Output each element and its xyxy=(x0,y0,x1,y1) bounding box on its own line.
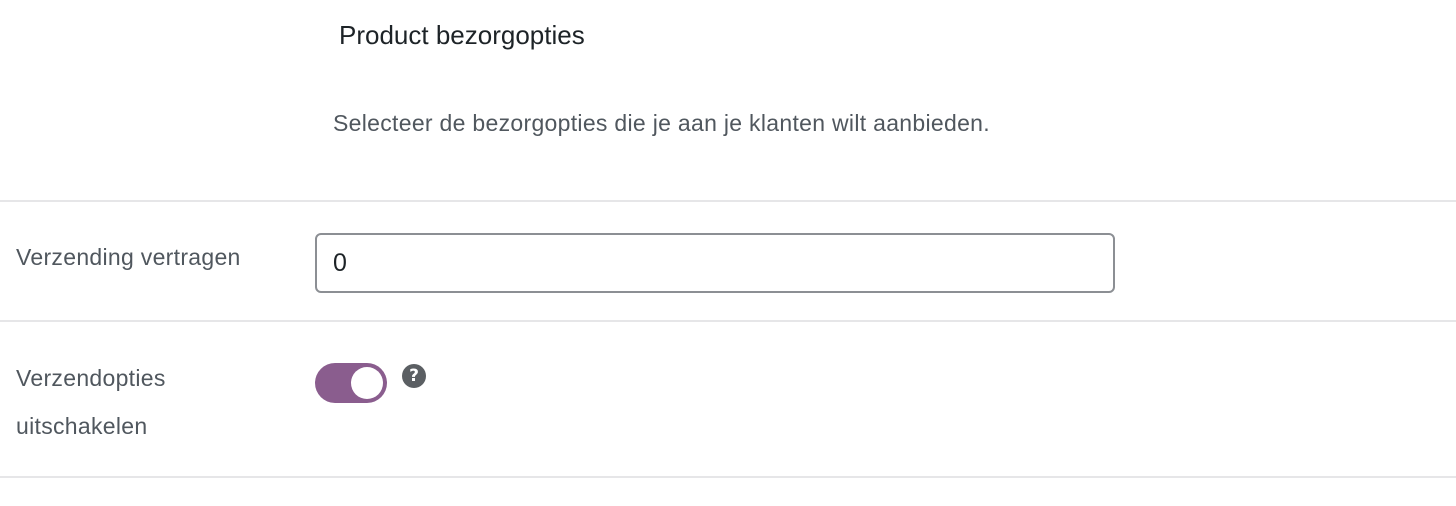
disable-shipping-options-label: Verzendopties uitschakelen xyxy=(16,365,166,439)
section-title: Product bezorgopties xyxy=(339,20,585,50)
delay-shipping-input[interactable] xyxy=(315,233,1115,293)
disable-shipping-options-toggle[interactable] xyxy=(315,363,387,403)
section-description: Selecteer de bezorgopties die je aan je … xyxy=(333,110,990,136)
divider xyxy=(0,476,1456,478)
divider xyxy=(0,200,1456,202)
shipping-options-panel: Product bezorgopties Selecteer de bezorg… xyxy=(0,0,1456,506)
divider xyxy=(0,320,1456,322)
delay-shipping-label: Verzending vertragen xyxy=(16,244,241,270)
toggle-knob xyxy=(351,367,383,399)
help-icon[interactable]: ? xyxy=(402,364,426,388)
